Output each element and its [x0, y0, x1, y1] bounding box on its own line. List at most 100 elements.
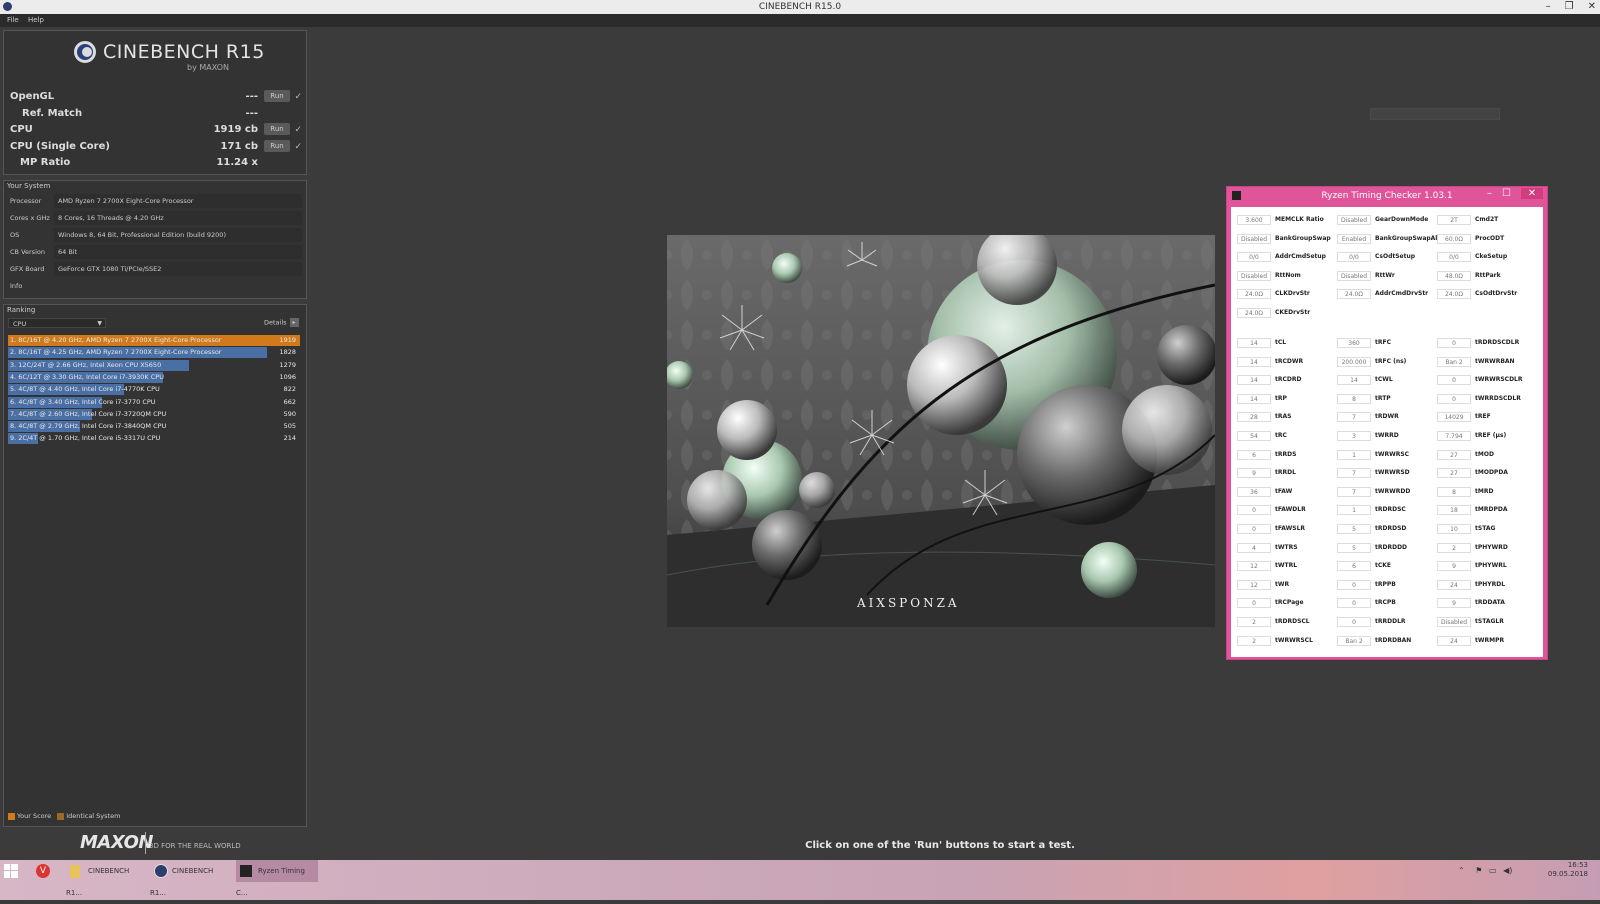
system-tray[interactable]: ⌃ ⚑ ▭ ◀)	[1458, 860, 1518, 882]
ranking-row[interactable]: 1. 8C/16T @ 4.20 GHz, AMD Ryzen 7 2700X …	[8, 335, 300, 346]
rtc-value-box: 200.000	[1337, 356, 1371, 367]
minimize-icon[interactable]: –	[1546, 0, 1551, 14]
rtc-param-name: tRDRDSCL	[1275, 618, 1310, 625]
rtc-value-box: 9	[1237, 468, 1271, 479]
rtc-value-box: Disabled	[1337, 215, 1371, 225]
expand-icon[interactable]: ▸	[289, 318, 299, 327]
rtc-param-name: tMRDPDA	[1475, 506, 1508, 514]
rtc-value-box: 0/0	[1337, 252, 1371, 262]
rtc-value-box: 24.0Ω	[1237, 307, 1271, 318]
ranking-score: 214	[283, 434, 296, 443]
rtc-value-box: 24	[1437, 579, 1471, 590]
rtc-value-box: 0	[1337, 598, 1371, 609]
rtc-param-name: tMOD	[1475, 450, 1494, 458]
rtc-value-box: 0	[1437, 393, 1471, 404]
rtc-param-name: tRCPage	[1275, 599, 1304, 607]
rtc-param-name: CLKDrvStr	[1275, 290, 1310, 297]
rtc-param-name: AddrCmdDrvStr	[1375, 290, 1429, 297]
close-icon[interactable]: ✕	[1588, 0, 1596, 14]
ranking-row[interactable]: 2. 8C/16T @ 4.25 GHz, AMD Ryzen 7 2700X …	[8, 347, 300, 359]
rtc-param-name: tRDRDBAN	[1375, 636, 1412, 644]
ryzen-timing-checker-window: Ryzen Timing Checker 1.03.1 – ☐ ✕ 3.600 M…	[1226, 186, 1548, 660]
cpu-single-run-button[interactable]: Run	[264, 140, 290, 152]
rtc-minimize-icon[interactable]: –	[1487, 188, 1492, 199]
rtc-param-name: tRCDRD	[1275, 376, 1302, 384]
cinebench-logo-icon	[74, 41, 96, 63]
rtc-titlebar: Ryzen Timing Checker 1.03.1 – ☐ ✕	[1227, 187, 1547, 205]
rtc-value-box: Disabled	[1237, 270, 1271, 281]
rtc-param-name: tRP	[1275, 394, 1287, 402]
opengl-checkbox[interactable]: ✓	[294, 90, 302, 104]
rtc-param-name: tFAW	[1275, 487, 1293, 495]
taskbar-item-cinebench-1[interactable]: CINEBENCH R1...	[66, 860, 146, 897]
restore-icon[interactable]: ❐	[1565, 0, 1574, 14]
rtc-value-box: 14029	[1437, 412, 1471, 423]
ranking-row[interactable]: 6. 4C/8T @ 3.40 GHz, Intel Core i7-3770 …	[8, 396, 300, 408]
your-system-title: Your System	[7, 182, 51, 190]
system-info-row: Info	[10, 282, 23, 290]
menu-bar: File Help	[0, 14, 1600, 27]
cinebench-logo: CINEBENCH R15 by MAXON	[4, 31, 306, 81]
ranking-row[interactable]: 7. 4C/8T @ 2.60 GHz, Intel Core i7-3720Q…	[8, 408, 300, 420]
rtc-param-name: BankGroupSwapAlt	[1375, 234, 1441, 242]
rtc-param-name: tRAS	[1275, 413, 1292, 421]
rtc-value-box: 6	[1337, 561, 1371, 572]
ranking-type-dropdown[interactable]: CPU ▼	[8, 318, 106, 328]
menu-help[interactable]: Help	[28, 16, 44, 24]
rtc-maximize-icon[interactable]: ☐	[1502, 188, 1511, 199]
ranking-row[interactable]: 3. 12C/24T @ 2.66 GHz, Intel Xeon CPU X5…	[8, 359, 300, 371]
details-toggle[interactable]: Details ▸	[264, 318, 299, 327]
rtc-value-box: 27	[1437, 468, 1471, 479]
vivaldi-taskbar-button[interactable]: V	[36, 860, 56, 882]
cpu-run-button[interactable]: Run	[264, 123, 290, 135]
rtc-value-box: 27	[1437, 449, 1471, 460]
rtc-value-box: 14	[1237, 338, 1271, 348]
rtc-value-box: 1	[1337, 505, 1371, 516]
taskbar-clock[interactable]: 16:53 09.05.2018	[1548, 861, 1588, 879]
taskbar-item-cinebench-2[interactable]: CINEBENCH R1...	[150, 860, 230, 897]
rtc-value-box: 8	[1437, 486, 1471, 497]
rtc-close-icon[interactable]: ✕	[1521, 188, 1543, 199]
taskbar-item-ryzen-timing[interactable]: Ryzen Timing C...	[236, 860, 318, 897]
rtc-value-box: 3.600	[1237, 215, 1271, 225]
ranking-row[interactable]: 4. 6C/12T @ 3.30 GHz, Intel Core i7-3930…	[8, 371, 300, 383]
ranking-label: 3. 12C/24T @ 2.66 GHz, Intel Xeon CPU X5…	[10, 360, 162, 369]
identical-system-swatch	[57, 812, 65, 820]
rtc-value-box: Disabled	[1337, 270, 1371, 281]
rtc-value-box: 60.0Ω	[1437, 233, 1471, 244]
rtc-param-name: tCWL	[1375, 376, 1393, 384]
rtc-param-name: tSTAGLR	[1475, 618, 1504, 625]
rtc-param-name: tWRWRSD	[1375, 469, 1410, 477]
opengl-run-button[interactable]: Run	[264, 90, 290, 102]
rtc-value-box: 3	[1337, 431, 1371, 441]
ranking-score: 822	[283, 385, 296, 394]
folder-icon	[70, 864, 80, 878]
benchmark-panel: CINEBENCH R15 by MAXON OpenGL --- Run ✓ …	[3, 30, 307, 175]
rtc-param-name: tFAWDLR	[1275, 506, 1306, 514]
rtc-value-box: 7	[1337, 468, 1371, 479]
cpu-single-checkbox[interactable]: ✓	[294, 140, 302, 154]
rtc-value-box: 24.0Ω	[1437, 289, 1471, 299]
rtc-value-box: 36	[1237, 486, 1271, 497]
ranking-score: 505	[283, 422, 296, 431]
cpu-checkbox[interactable]: ✓	[294, 123, 302, 137]
rtc-value-box: 5	[1337, 524, 1371, 534]
rtc-param-name: tRCDWR	[1275, 357, 1304, 365]
rtc-value-box: Disabled	[1237, 233, 1271, 244]
rtc-param-name: tWRWRDD	[1375, 487, 1411, 495]
rtc-value-box: 24	[1437, 635, 1471, 646]
ranking-score: 1279	[279, 360, 296, 369]
cpu-single-row: CPU (Single Core) 171 cb Run ✓	[10, 140, 302, 154]
rtc-param-name: CKEDrvStr	[1275, 308, 1311, 316]
rtc-param-name: tRDRDDD	[1375, 543, 1408, 551]
rtc-value-box: 6	[1237, 449, 1271, 460]
ranking-row[interactable]: 8. 4C/8T @ 2.79 GHz, Intel Core i7-3840Q…	[8, 421, 300, 433]
menu-file[interactable]: File	[7, 16, 19, 24]
ranking-label: 7. 4C/8T @ 2.60 GHz, Intel Core i7-3720Q…	[10, 409, 167, 418]
windows-start-button[interactable]	[4, 860, 22, 882]
ranking-row[interactable]: 5. 4C/8T @ 4.40 GHz, Intel Core i7-4770K…	[8, 384, 300, 396]
ranking-row[interactable]: 9. 2C/4T @ 1.70 GHz, Intel Core i5-3317U…	[8, 433, 300, 445]
ranking-label: 4. 6C/12T @ 3.30 GHz, Intel Core i7-3930…	[10, 372, 164, 381]
rtc-value-box: 0	[1437, 375, 1471, 386]
cinebench-icon	[154, 864, 168, 878]
